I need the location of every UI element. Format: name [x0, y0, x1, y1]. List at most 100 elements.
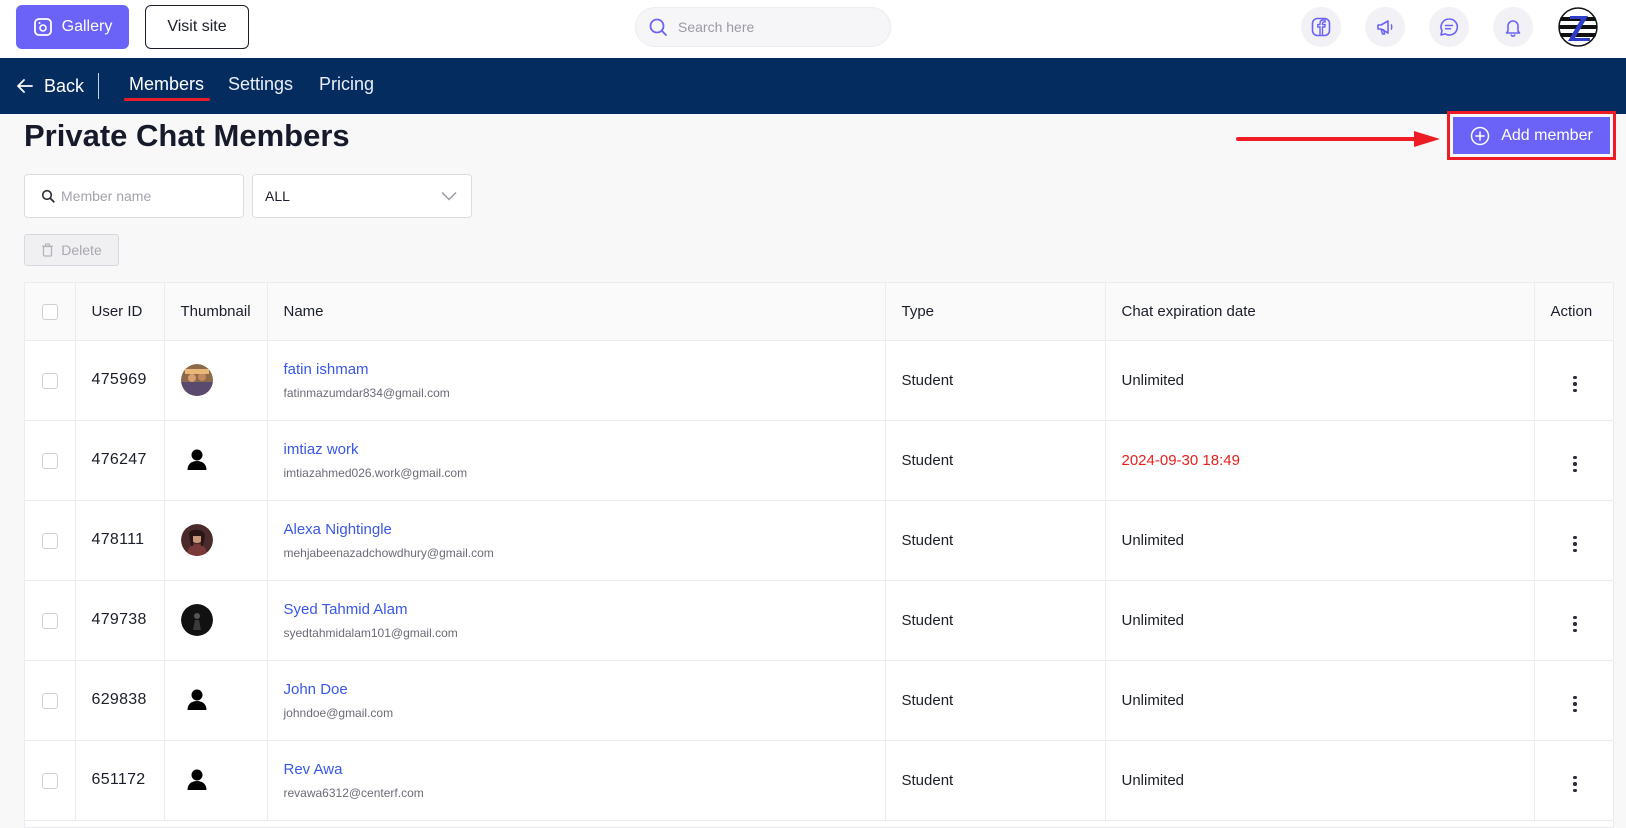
column-header-action: Action [1534, 283, 1613, 341]
column-header-name[interactable]: Name [267, 283, 886, 341]
member-type-value: ALL [265, 188, 290, 204]
row-checkbox[interactable] [41, 612, 58, 629]
user-id-cell: 478111 [75, 500, 165, 581]
member-name-filter[interactable] [24, 174, 244, 218]
action-cell [1534, 580, 1613, 661]
notifications-button[interactable] [1493, 7, 1533, 47]
expiration-date: 2024-09-30 18:49 [1121, 451, 1240, 469]
type-cell: Student [885, 580, 1106, 661]
name-cell: fatin ishmam fatinmazumdar834@gmail.com [267, 340, 886, 421]
facebook-icon [1311, 17, 1331, 37]
members-table: User ID Thumbnail Name Type Chat expirat… [24, 282, 1614, 828]
action-cell [1534, 420, 1613, 501]
delete-button[interactable]: Delete [24, 234, 119, 266]
account-avatar[interactable] [1558, 7, 1598, 47]
row-check-cell [25, 580, 76, 661]
action-cell [1534, 660, 1613, 741]
plus-circle-icon [1470, 126, 1490, 145]
add-member-label: Add member [1501, 126, 1593, 144]
avatar [180, 604, 213, 636]
expiration-date: Unlimited [1121, 531, 1185, 549]
announcement-button[interactable] [1365, 7, 1405, 47]
member-name-link[interactable]: fatin ishmam [284, 361, 885, 378]
column-header-type[interactable]: Type [885, 283, 1106, 341]
gallery-label: Gallery [61, 18, 113, 35]
thumbnail-cell [164, 420, 268, 501]
name-cell: John Doe johndoe@gmail.com [267, 660, 886, 741]
thumbnail-cell [164, 740, 268, 821]
active-tab-underline [124, 98, 210, 101]
facebook-button[interactable] [1301, 7, 1341, 47]
row-check-cell [25, 420, 76, 501]
member-name-input[interactable] [61, 188, 241, 204]
name-cell: imtiaz work imtiazahmed026.work@gmail.co… [267, 420, 886, 501]
user-id-cell: 475969 [75, 340, 165, 421]
thumbnail-cell [164, 580, 268, 661]
bell-icon [1505, 20, 1521, 37]
select-all-checkbox[interactable] [41, 303, 58, 320]
row-checkbox[interactable] [41, 452, 58, 469]
more-options-icon[interactable] [1565, 774, 1585, 794]
row-checkbox[interactable] [41, 692, 58, 709]
nav-divider [98, 73, 99, 99]
member-email: syedtahmidalam101@gmail.com [283, 625, 458, 640]
more-options-icon[interactable] [1565, 454, 1585, 474]
global-search[interactable] [635, 7, 891, 47]
member-name-link[interactable]: John Doe [284, 681, 885, 698]
add-member-highlight: Add member [1447, 111, 1616, 160]
more-options-icon[interactable] [1565, 694, 1585, 714]
member-name-link[interactable]: Alexa Nightingle [284, 521, 885, 538]
row-checkbox[interactable] [41, 372, 58, 389]
column-header-user-id[interactable]: User ID [75, 283, 165, 341]
more-options-icon[interactable] [1565, 374, 1585, 394]
user-id-cell: 651172 [75, 740, 165, 821]
row-checkbox[interactable] [41, 772, 58, 789]
expiration-date: Unlimited [1121, 371, 1185, 389]
member-email: fatinmazumdar834@gmail.com [283, 385, 450, 400]
member-name-link[interactable]: Rev Awa [284, 761, 885, 778]
row-checkbox[interactable] [41, 532, 58, 549]
member-email: imtiazahmed026.work@gmail.com [283, 465, 468, 480]
user-id-cell: 476247 [75, 420, 165, 501]
type-cell: Student [885, 500, 1106, 581]
tab-pricing[interactable]: Pricing [319, 74, 374, 95]
user-id: 629838 [91, 691, 147, 708]
table-row: 475969 fatin ishmam fatinmazumdar834@gma… [25, 340, 1613, 421]
expiration-cell: 2024-09-30 18:49 [1105, 420, 1535, 501]
table-row: 476247 imtiaz work imtiazahmed026.work@g… [25, 420, 1613, 501]
tab-settings[interactable]: Settings [228, 74, 293, 95]
gallery-button[interactable]: Gallery [16, 5, 129, 49]
thumbnail-cell [164, 340, 268, 421]
expiration-date: Unlimited [1121, 771, 1185, 789]
member-name-link[interactable]: imtiaz work [284, 441, 885, 458]
table-header-row: User ID Thumbnail Name Type Chat expirat… [25, 283, 1613, 341]
expiration-cell: Unlimited [1105, 500, 1535, 581]
expiration-cell: Unlimited [1105, 340, 1535, 421]
type-cell: Student [885, 740, 1106, 821]
more-options-icon[interactable] [1565, 614, 1585, 634]
messages-button[interactable] [1429, 7, 1469, 47]
thumbnail-cell [164, 500, 268, 581]
search-icon [41, 189, 55, 203]
search-icon [649, 18, 667, 36]
member-type-select[interactable]: ALL [252, 174, 472, 218]
brand-logo-icon [1558, 7, 1598, 47]
tab-members[interactable]: Members [129, 74, 204, 95]
arrow-left-icon [17, 79, 33, 93]
visit-site-label: Visit site [167, 18, 227, 35]
global-search-input[interactable] [678, 19, 868, 35]
back-button[interactable]: Back [16, 72, 84, 100]
member-name-link[interactable]: Syed Tahmid Alam [284, 601, 885, 618]
trash-icon [42, 243, 54, 257]
member-email: johndoe@gmail.com [283, 705, 394, 720]
chevron-down-icon [441, 191, 457, 201]
name-cell: Syed Tahmid Alam syedtahmidalam101@gmail… [267, 580, 886, 661]
visit-site-button[interactable]: Visit site [145, 5, 249, 49]
default-user-icon [180, 684, 213, 716]
expiration-cell: Unlimited [1105, 660, 1535, 741]
column-header-expiration[interactable]: Chat expiration date [1105, 283, 1535, 341]
delete-label: Delete [61, 242, 102, 258]
add-member-button[interactable]: Add member [1453, 117, 1610, 154]
annotation-arrow [1236, 131, 1440, 147]
more-options-icon[interactable] [1565, 534, 1585, 554]
